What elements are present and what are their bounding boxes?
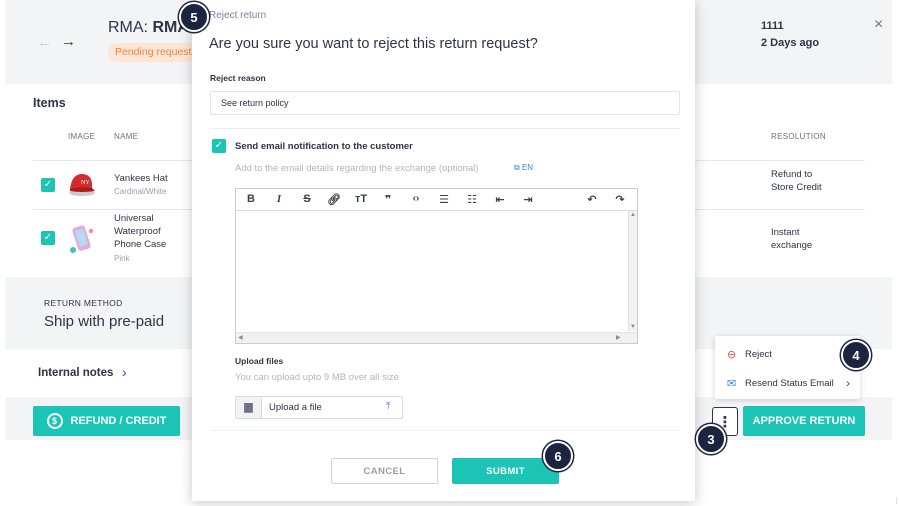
document-icon: ▆	[236, 397, 262, 418]
rma-id: 1111	[761, 20, 784, 32]
status-badge: Pending request	[108, 43, 196, 62]
menu-item-reject[interactable]: ⊖ Reject	[715, 341, 860, 367]
minus-circle-icon: ⊖	[727, 348, 737, 361]
reject-reason-label: Reject reason	[210, 73, 266, 83]
item-name: Universal Waterproof Phone Case	[114, 213, 167, 250]
divider	[210, 128, 680, 129]
reject-reason-select[interactable]: See return policy	[210, 91, 680, 115]
redo-icon[interactable]: ↷	[612, 193, 628, 206]
item-resolution: Instant exchange	[771, 227, 813, 251]
notify-customer-label: Send email notification to the customer	[235, 141, 413, 152]
rma-title: RMA: RMA1	[108, 19, 190, 37]
approve-return-button[interactable]: APPROVE RETURN	[743, 406, 865, 436]
numbered-list-icon[interactable]: ☷	[464, 193, 480, 206]
submit-button[interactable]: SUBMIT	[452, 458, 559, 484]
return-method-value: Ship with pre-paid	[44, 313, 165, 330]
internal-notes-link[interactable]: Internal notes	[38, 367, 113, 379]
item-checkbox[interactable]: ✓	[41, 231, 55, 245]
upload-size-hint: You can upload upto 9 MB over all size	[235, 372, 399, 383]
language-toggle[interactable]: ⧉ EN	[514, 163, 533, 173]
strikethrough-icon[interactable]: S	[299, 193, 315, 205]
hat-thumbnail: NY	[69, 173, 95, 196]
translate-icon: ⧉	[514, 163, 520, 172]
outdent-icon[interactable]: ⇤	[492, 193, 508, 206]
email-icon: ✉	[727, 377, 737, 390]
item-name: Yankees Hat	[114, 173, 168, 184]
chevron-right-icon: ›	[846, 376, 850, 390]
item-variant: Cardinal/White	[114, 187, 167, 196]
upload-icon: ⤒	[386, 401, 391, 412]
upload-file-button[interactable]: ▆ Upload a file ⤒	[235, 396, 403, 419]
item-checkbox[interactable]: ✓	[41, 178, 55, 192]
bullet-list-icon[interactable]: ☰	[436, 193, 452, 206]
undo-icon[interactable]: ↶	[584, 193, 600, 206]
step-badge: 3	[696, 424, 726, 454]
chevron-right-icon[interactable]: ›	[122, 364, 127, 380]
quote-icon[interactable]: ❞	[380, 193, 396, 206]
svg-text:NY: NY	[81, 180, 90, 186]
cancel-button[interactable]: CANCEL	[331, 458, 438, 484]
back-arrow-icon[interactable]: ←	[37, 34, 52, 51]
phone-case-thumbnail	[70, 225, 94, 253]
text-size-icon[interactable]: ᴛT	[353, 193, 369, 205]
divider	[210, 430, 680, 431]
return-method-label: RETURN METHOD	[44, 298, 123, 308]
rma-age: 2 Days ago	[761, 37, 820, 49]
italic-icon[interactable]: I	[271, 193, 287, 205]
screen: ← → RMA: RMA1 Pending request 1111 2 Day…	[0, 0, 899, 506]
resize-grip-icon: ⋮	[893, 498, 899, 505]
code-icon[interactable]: ‹›	[408, 193, 424, 204]
column-image: IMAGE	[68, 132, 96, 141]
email-details-hint: Add to the email details regarding the e…	[235, 163, 479, 174]
column-name: NAME	[114, 132, 139, 141]
forward-arrow-icon[interactable]: →	[61, 33, 76, 50]
notify-customer-checkbox[interactable]: ✓	[212, 139, 226, 153]
editor-vertical-scrollbar[interactable]: ▲ ▼	[628, 211, 637, 331]
modal-breadcrumb: Reject return	[209, 10, 267, 21]
refund-credit-button[interactable]: $ REFUND / CREDIT	[33, 406, 180, 436]
step-badge: 4	[841, 340, 871, 370]
column-resolution: RESOLUTION	[771, 132, 827, 141]
link-icon[interactable]: 🔗︎	[326, 193, 342, 206]
editor-toolbar: B I S 🔗︎ ᴛT ❞ ‹› ☰ ☷ ⇤ ⇥ ↶ ↷	[236, 189, 637, 211]
modal-title: Are you sure you want to reject this ret…	[209, 36, 538, 52]
upload-files-label: Upload files	[235, 356, 284, 366]
step-badge: 5	[179, 2, 209, 32]
items-title: Items	[33, 96, 66, 110]
item-resolution: Refund to Store Credit	[771, 169, 822, 193]
reject-return-modal: Reject return Are you sure you want to r…	[192, 0, 695, 501]
email-editor[interactable]: B I S 🔗︎ ᴛT ❞ ‹› ☰ ☷ ⇤ ⇥ ↶ ↷ ▲ ▼ ◀ ▶	[235, 188, 638, 344]
menu-item-resend-status-email[interactable]: ✉ Resend Status Email ›	[715, 370, 860, 396]
step-badge: 6	[543, 441, 573, 471]
refund-icon: $	[46, 413, 63, 429]
indent-icon[interactable]: ⇥	[520, 193, 536, 206]
more-options-menu: ⊖ Reject ✉ Resend Status Email ›	[715, 336, 860, 399]
close-icon[interactable]: ×	[874, 16, 883, 34]
item-variant: Pink	[114, 254, 130, 263]
bold-icon[interactable]: B	[243, 193, 259, 205]
editor-horizontal-scrollbar[interactable]: ◀ ▶	[236, 332, 637, 343]
